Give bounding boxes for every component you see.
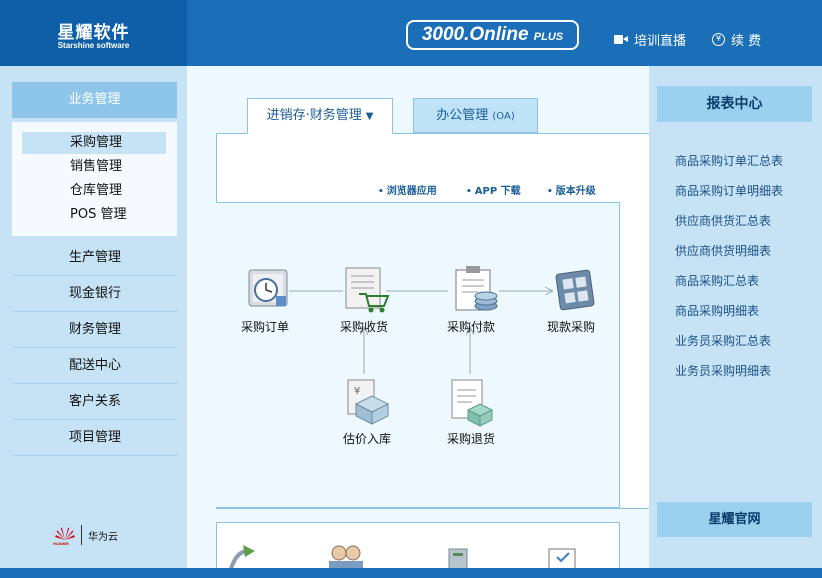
tab-office-label: 办公管理 [436, 108, 489, 123]
report-link[interactable]: 业务员采购明细表 [675, 362, 771, 379]
huawei-cloud-logo: HUAWEI 华为云 [53, 525, 118, 546]
version-badge: 3000.Online PLUS [406, 20, 579, 50]
report-link[interactable]: 商品采购订单汇总表 [675, 152, 783, 169]
renew-link[interactable]: ¥ 续 费 [712, 30, 761, 49]
purchase-payment-icon[interactable] [455, 266, 498, 311]
flow-purchase-order[interactable]: 采购订单 [225, 318, 305, 335]
huawei-flower-icon: HUAWEI [53, 527, 75, 546]
recycle-icon[interactable] [229, 545, 255, 568]
checklist-icon[interactable] [548, 548, 576, 568]
version-upgrade-link[interactable]: • 版本升级 [547, 182, 596, 197]
tab-office-oa[interactable]: 办公管理 (OA) [413, 98, 538, 133]
flow-cash-purchase[interactable]: 现款采购 [531, 318, 611, 335]
cash-purchase-icon[interactable] [555, 269, 595, 311]
sidebar-item-cash-bank[interactable]: 现金银行 [13, 276, 177, 312]
tab-oa-suffix: (OA) [492, 111, 515, 122]
submenu-item-warehouse[interactable]: 仓库管理 [22, 180, 166, 202]
live-training-link[interactable]: 培训直播 [614, 30, 686, 49]
submenu-item-pos[interactable]: POS 管理 [22, 204, 166, 226]
app-download-label: APP 下载 [474, 186, 521, 197]
submenu-item-purchase[interactable]: 采购管理 [22, 132, 166, 154]
dropdown-arrow-icon: ▼ [365, 111, 374, 122]
browser-app-label: 浏览器应用 [386, 186, 437, 197]
flow-purchase-return[interactable]: 采购退货 [431, 430, 511, 447]
sidebar-item-project[interactable]: 项目管理 [13, 420, 177, 456]
huawei-wordmark: HUAWEI [53, 541, 69, 546]
sidebar-item-finance[interactable]: 财务管理 [13, 312, 177, 348]
logo-title: 星耀软件 [57, 23, 130, 43]
submenu-item-sales[interactable]: 销售管理 [22, 156, 166, 178]
tab-inventory-finance[interactable]: 进销存·财务管理 ▼ [247, 98, 393, 134]
report-link[interactable]: 供应商供货汇总表 [675, 212, 771, 229]
people-icon[interactable] [329, 545, 363, 568]
purchase-receipt-icon[interactable] [345, 267, 390, 313]
logo[interactable]: 星耀软件 Starshine software [0, 0, 187, 66]
sidebar-item-delivery[interactable]: 配送中心 [13, 348, 177, 384]
purchase-return-icon[interactable] [451, 379, 494, 427]
main-content: 进销存·财务管理 ▼ 办公管理 (OA) • 浏览器应用 • APP 下载 • 版本升级 [187, 66, 649, 568]
purchase-order-icon[interactable] [248, 269, 288, 307]
right-sidebar: 报表中心 商品采购订单汇总表 商品采购订单明细表 供应商供货汇总表 供应商供货明… [649, 66, 822, 568]
flow-purchase-payment[interactable]: 采购付款 [431, 318, 511, 335]
yen-coin-icon: ¥ [712, 33, 725, 46]
report-link[interactable]: 商品采购订单明细表 [675, 182, 783, 199]
server-icon[interactable] [448, 548, 468, 568]
left-sidebar: 业务管理 采购管理 销售管理 仓库管理 POS 管理 生产管理 现金银行 财务管… [0, 66, 187, 568]
official-site-button[interactable]: 星耀官网 [657, 502, 812, 537]
business-submenu: 采购管理 销售管理 仓库管理 POS 管理 [12, 122, 177, 236]
version-upgrade-label: 版本升级 [555, 186, 596, 197]
logo-divider [81, 525, 82, 545]
report-link[interactable]: 商品采购明细表 [675, 302, 759, 319]
app-download-link[interactable]: • APP 下载 [466, 182, 521, 197]
svg-text:¥: ¥ [354, 386, 360, 397]
sidebar-item-production[interactable]: 生产管理 [13, 240, 177, 276]
logo-subtitle: Starshine software [57, 41, 130, 50]
live-training-label: 培训直播 [634, 34, 687, 49]
report-link[interactable]: 供应商供货明细表 [675, 242, 771, 259]
version-plus: PLUS [533, 31, 564, 43]
report-link[interactable]: 商品采购汇总表 [675, 272, 759, 289]
sidebar-item-crm[interactable]: 客户关系 [13, 384, 177, 420]
video-camera-icon [614, 35, 628, 44]
top-header: 星耀软件 Starshine software 3000.Online PLUS… [0, 0, 822, 66]
version-main: 3000.Online [421, 24, 529, 45]
huawei-cloud-label: 华为云 [88, 531, 118, 543]
browser-app-link[interactable]: • 浏览器应用 [378, 182, 437, 197]
flow-estimate-inbound[interactable]: 估价入库 [327, 430, 407, 447]
business-management-header[interactable]: 业务管理 [12, 82, 177, 118]
renew-label: 续 费 [731, 34, 762, 49]
bottom-bar [0, 568, 822, 578]
estimate-inbound-icon[interactable]: ¥ [347, 379, 390, 425]
tab-inventory-finance-label: 进销存·财务管理 [266, 108, 362, 123]
report-link[interactable]: 业务员采购汇总表 [675, 332, 771, 349]
flow-purchase-receipt[interactable]: 采购收货 [324, 318, 404, 335]
bottom-module-panel [216, 522, 620, 568]
purchase-flow-diagram: ¥ [248, 266, 595, 427]
report-center-header[interactable]: 报表中心 [657, 86, 812, 122]
